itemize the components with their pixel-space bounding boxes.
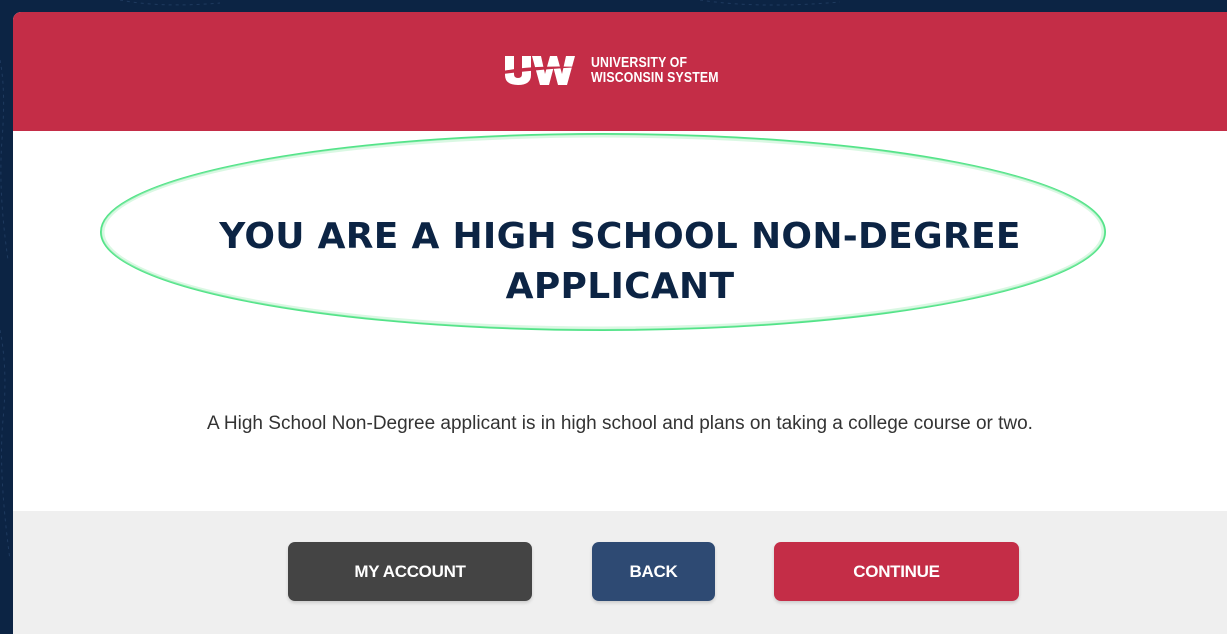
my-account-button[interactable]: MY ACCOUNT xyxy=(288,542,532,601)
uw-logo: UNIVERSITY OF WISCONSIN SYSTEM xyxy=(503,50,747,90)
logo-line-2: WISCONSIN SYSTEM xyxy=(591,69,719,86)
logo-line-1: UNIVERSITY OF xyxy=(591,54,688,71)
uw-logo-icon xyxy=(503,56,581,85)
continue-button[interactable]: CONTINUE xyxy=(774,542,1019,601)
modal-header: UNIVERSITY OF WISCONSIN SYSTEM xyxy=(13,12,1227,131)
page-title: YOU ARE A HIGH SCHOOL NON-DEGREE APPLICA… xyxy=(13,212,1227,312)
title-line-1: YOU ARE A HIGH SCHOOL NON-DEGREE xyxy=(219,216,1021,257)
logo-wordmark: UNIVERSITY OF WISCONSIN SYSTEM xyxy=(591,55,719,85)
application-modal: UNIVERSITY OF WISCONSIN SYSTEM YOU ARE A… xyxy=(13,12,1227,634)
modal-footer: MY ACCOUNT BACK CONTINUE xyxy=(13,511,1227,634)
applicant-description: A High School Non-Degree applicant is in… xyxy=(207,413,1033,434)
back-button[interactable]: BACK xyxy=(592,542,715,601)
title-line-2: APPLICANT xyxy=(505,266,735,307)
